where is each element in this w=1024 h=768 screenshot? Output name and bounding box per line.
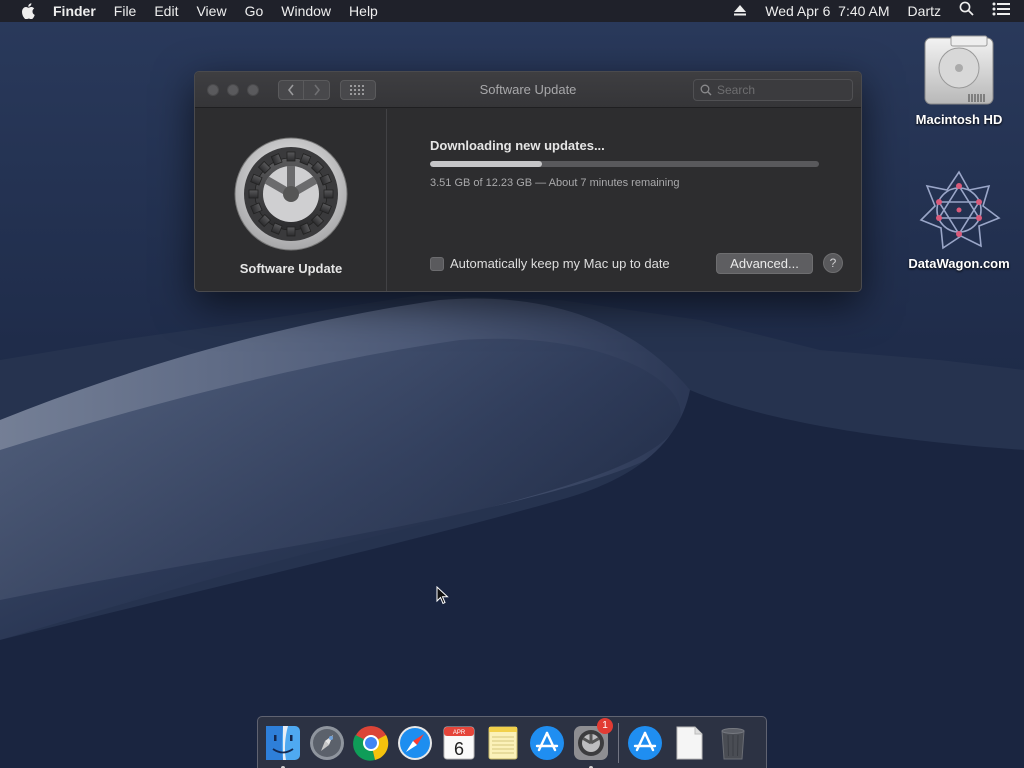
download-progress-bar xyxy=(430,161,819,167)
search-field[interactable] xyxy=(693,79,853,101)
dock-item-notes[interactable] xyxy=(483,723,523,763)
forward-button[interactable] xyxy=(304,79,330,100)
dock-item-applications[interactable] xyxy=(625,723,665,763)
dock: APR 6 1 xyxy=(257,716,767,768)
dock-item-system-preferences[interactable]: 1 xyxy=(571,717,613,768)
download-progress-text: 3.51 GB of 12.23 GB — About 7 minutes re… xyxy=(430,177,680,189)
pane-label: Software Update xyxy=(239,261,343,276)
menu-user[interactable]: Dartz xyxy=(899,0,950,22)
menu-finder[interactable]: Finder xyxy=(44,0,105,22)
dock-item-calendar[interactable]: APR 6 xyxy=(439,723,479,763)
apple-icon xyxy=(22,3,35,19)
safari-icon xyxy=(398,725,432,760)
notification-center-icon[interactable] xyxy=(983,0,1024,22)
update-status: Downloading new updates... xyxy=(430,138,605,153)
auto-update-checkbox[interactable] xyxy=(430,256,444,271)
dock-item-document[interactable] xyxy=(669,723,709,763)
calendar-icon: APR 6 xyxy=(443,726,475,759)
hard-drive-icon xyxy=(924,35,994,105)
minimize-button[interactable] xyxy=(227,83,239,96)
app-store-icon xyxy=(530,725,564,760)
menu-clock[interactable]: Wed Apr 6 7:40 AM xyxy=(756,0,898,22)
desktop: Finder File Edit View Go Window Help Wed… xyxy=(0,0,1024,768)
menu-go[interactable]: Go xyxy=(236,0,273,22)
search-icon xyxy=(700,84,712,96)
dock-item-safari[interactable] xyxy=(395,723,435,763)
update-content-pane: Downloading new updates... 3.51 GB of 12… xyxy=(388,109,861,291)
zoom-button[interactable] xyxy=(247,83,259,96)
dock-item-finder[interactable] xyxy=(263,723,303,768)
chrome-icon xyxy=(353,725,389,761)
back-button[interactable] xyxy=(278,79,304,100)
desktop-icon-macintosh-hd[interactable]: Macintosh HD xyxy=(904,32,1014,127)
spotlight-search-icon[interactable] xyxy=(950,0,983,22)
preference-pane-sidebar: Software Update xyxy=(195,109,387,291)
window-title-bar[interactable]: Software Update xyxy=(195,72,861,108)
menu-help[interactable]: Help xyxy=(340,0,387,22)
help-button[interactable]: ? xyxy=(823,253,843,273)
close-button[interactable] xyxy=(207,83,219,96)
mouse-cursor-icon xyxy=(436,586,449,605)
app-store-icon xyxy=(628,725,662,760)
desktop-icon-label: DataWagon.com xyxy=(908,256,1010,271)
desktop-icon-datawagon[interactable]: DataWagon.com xyxy=(904,168,1014,271)
advanced-button[interactable]: Advanced... xyxy=(716,253,813,274)
dock-item-launchpad[interactable] xyxy=(307,723,347,763)
eject-icon[interactable] xyxy=(724,0,756,22)
menu-edit[interactable]: Edit xyxy=(145,0,187,22)
software-update-window: Software Update Search Software Update D… xyxy=(194,71,862,292)
download-progress-fill xyxy=(430,161,542,167)
chevron-left-icon xyxy=(287,84,294,95)
search-input[interactable] xyxy=(717,83,837,97)
dock-item-trash[interactable] xyxy=(713,723,753,763)
calendar-day: 6 xyxy=(454,739,464,759)
menu-bar: Finder File Edit View Go Window Help Wed… xyxy=(0,0,1024,22)
grid-icon xyxy=(350,84,364,95)
menu-window[interactable]: Window xyxy=(272,0,340,22)
chevron-right-icon xyxy=(313,84,320,95)
auto-update-option[interactable]: Automatically keep my Mac up to date xyxy=(430,256,670,271)
menu-view[interactable]: View xyxy=(187,0,235,22)
trash-icon xyxy=(721,727,745,759)
datawagon-icon xyxy=(919,170,1001,250)
calendar-month: APR xyxy=(453,730,466,736)
notification-badge: 1 xyxy=(597,717,613,734)
document-icon xyxy=(676,726,703,759)
dock-item-app-store[interactable] xyxy=(527,723,567,763)
gear-icon xyxy=(234,137,348,251)
notes-icon xyxy=(488,726,518,759)
show-all-button[interactable] xyxy=(340,79,376,100)
dock-separator xyxy=(618,722,619,763)
finder-icon xyxy=(266,725,300,760)
launchpad-icon xyxy=(310,725,344,760)
desktop-icon-label: Macintosh HD xyxy=(915,112,1003,127)
auto-update-label[interactable]: Automatically keep my Mac up to date xyxy=(450,256,670,271)
dock-item-chrome[interactable] xyxy=(351,723,391,763)
menu-file[interactable]: File xyxy=(105,0,146,22)
apple-menu[interactable] xyxy=(0,3,44,19)
